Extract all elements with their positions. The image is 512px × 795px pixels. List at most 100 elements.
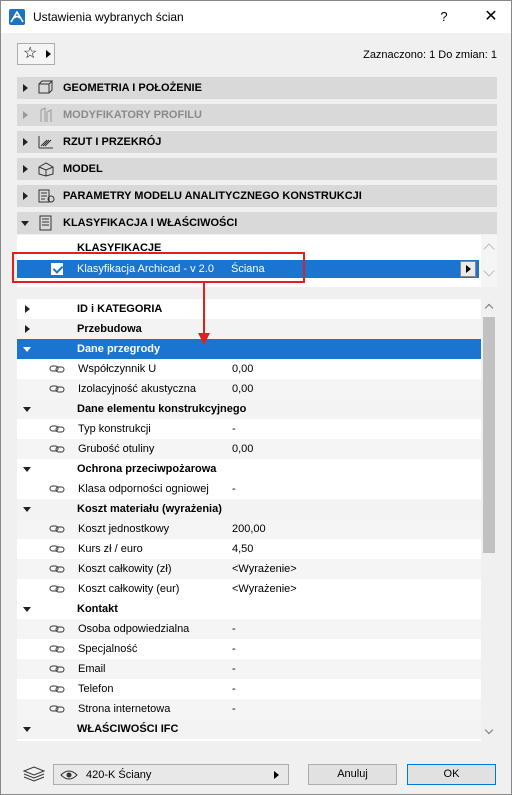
- property-row[interactable]: Typ konstrukcji -: [17, 419, 481, 439]
- layer-icon: [22, 766, 46, 782]
- panel-classification-properties[interactable]: KLASYFIKACJA I WŁAŚCIWOŚCI: [17, 212, 497, 234]
- property-row[interactable]: Współczynnik U 0,00: [17, 359, 481, 379]
- property-row[interactable]: Specjalność -: [17, 639, 481, 659]
- property-value[interactable]: -: [232, 483, 236, 495]
- model-icon: [38, 162, 54, 177]
- collapse-arrow-icon[interactable]: [23, 727, 31, 732]
- panel-model[interactable]: MODEL: [17, 158, 497, 180]
- profile-modifier-icon: [40, 107, 52, 122]
- property-label: Kurs zł / euro: [78, 543, 143, 555]
- expand-arrow-icon: [23, 84, 28, 92]
- link-icon: [49, 585, 65, 593]
- expand-arrow-icon[interactable]: [25, 305, 30, 313]
- ok-button[interactable]: OK: [407, 764, 496, 785]
- property-label: Specjalność: [78, 643, 138, 655]
- panel-structural-analytical[interactable]: PARAMETRY MODELU ANALITYCZNEGO KONSTRUKC…: [17, 185, 497, 207]
- property-value[interactable]: 0,00: [232, 383, 253, 395]
- property-value[interactable]: 200,00: [232, 523, 266, 535]
- link-icon: [49, 485, 65, 493]
- scroll-down-icon: [483, 265, 495, 277]
- property-label: Koszt całkowity (zł): [78, 563, 172, 575]
- property-group-label: Ochrona przeciwpożarowa: [77, 463, 217, 475]
- expand-arrow-icon: [23, 192, 28, 200]
- collapse-arrow-icon[interactable]: [23, 607, 31, 612]
- collapse-arrow-icon[interactable]: [23, 467, 31, 472]
- property-row[interactable]: Strona internetowa -: [17, 699, 481, 719]
- panel-profile-modifiers[interactable]: MODYFIKATORY PROFILU: [17, 104, 497, 126]
- link-icon: [49, 425, 65, 433]
- property-value[interactable]: <Wyrażenie>: [232, 583, 297, 595]
- property-group-label: ID i KATEGORIA: [77, 303, 163, 315]
- link-icon: [49, 385, 65, 393]
- panel-geometry[interactable]: GEOMETRIA I POŁOŻENIE: [17, 77, 497, 99]
- property-row[interactable]: Email -: [17, 659, 481, 679]
- collapse-arrow-icon[interactable]: [23, 347, 31, 352]
- properties-scrollbar[interactable]: [481, 299, 497, 741]
- property-value[interactable]: 4,50: [232, 543, 253, 555]
- property-row[interactable]: Koszt całkowity (eur) <Wyrażenie>: [17, 579, 481, 599]
- property-row[interactable]: Izolacyjność akustyczna 0,00: [17, 379, 481, 399]
- panel-label: RZUT I PRZEKRÓJ: [63, 136, 162, 148]
- geometry-icon: [38, 80, 54, 94]
- property-row[interactable]: Klasa odporności ogniowej -: [17, 479, 481, 499]
- property-value[interactable]: -: [232, 703, 236, 715]
- expand-arrow-icon[interactable]: [25, 325, 30, 333]
- selection-info: Zaznaczono: 1 Do zmian: 1: [363, 49, 497, 61]
- link-icon: [49, 565, 65, 573]
- property-row[interactable]: Osoba odpowiedzialna -: [17, 619, 481, 639]
- property-group-label: WŁAŚCIWOŚCI IFC: [77, 723, 179, 735]
- collapse-arrow-icon[interactable]: [23, 507, 31, 512]
- title-bar: Ustawienia wybranych ścian ? ✕: [1, 1, 511, 33]
- property-row[interactable]: Kurs zł / euro 4,50: [17, 539, 481, 559]
- favorites-button[interactable]: ☆: [17, 43, 55, 65]
- link-icon: [49, 445, 65, 453]
- property-group-row[interactable]: WŁAŚCIWOŚCI IFC: [17, 719, 481, 739]
- property-label: Strona internetowa: [78, 703, 171, 715]
- help-button[interactable]: ?: [433, 7, 455, 27]
- dialog-title: Ustawienia wybranych ścian: [33, 10, 184, 24]
- property-group-row[interactable]: ID i KATEGORIA: [17, 299, 481, 319]
- cancel-button[interactable]: Anuluj: [308, 764, 397, 785]
- classification-scrollbar[interactable]: [481, 235, 497, 287]
- panel-floor-plan[interactable]: RZUT I PRZEKRÓJ: [17, 131, 497, 153]
- panel-label: KLASYFIKACJA I WŁAŚCIWOŚCI: [63, 217, 238, 229]
- property-row[interactable]: Koszt całkowity (zł) <Wyrażenie>: [17, 559, 481, 579]
- property-row[interactable]: Koszt jednostkowy 200,00: [17, 519, 481, 539]
- property-group-label: Kontakt: [77, 603, 118, 615]
- expand-arrow-icon: [23, 138, 28, 146]
- scroll-up-icon: [483, 243, 495, 255]
- archicad-app-icon: [9, 9, 25, 25]
- property-label: Grubość otuliny: [78, 443, 155, 455]
- property-value[interactable]: -: [232, 663, 236, 675]
- property-value[interactable]: 0,00: [232, 363, 253, 375]
- panel-label: MODYFIKATORY PROFILU: [63, 109, 202, 121]
- property-label: Współczynnik U: [78, 363, 157, 375]
- layer-select[interactable]: 420-K Ściany: [53, 764, 289, 785]
- property-value[interactable]: -: [232, 623, 236, 635]
- property-label: Izolacyjność akustyczna: [78, 383, 196, 395]
- property-group-row[interactable]: Kontakt: [17, 599, 481, 619]
- link-icon: [49, 685, 65, 693]
- property-group-row[interactable]: Ochrona przeciwpożarowa: [17, 459, 481, 479]
- property-group-label: Dane przegrody: [77, 343, 161, 355]
- property-value[interactable]: <Wyrażenie>: [232, 563, 297, 575]
- property-row[interactable]: Telefon -: [17, 679, 481, 699]
- property-row[interactable]: Grubość otuliny 0,00: [17, 439, 481, 459]
- collapse-arrow-icon[interactable]: [23, 407, 31, 412]
- property-group-row[interactable]: Przebudowa: [17, 319, 481, 339]
- property-value[interactable]: -: [232, 683, 236, 695]
- property-label: Typ konstrukcji: [78, 423, 151, 435]
- highlight-box: [12, 252, 305, 283]
- property-group-row[interactable]: Dane elementu konstrukcyjnego: [17, 399, 481, 419]
- property-group-row[interactable]: Koszt materiału (wyrażenia): [17, 499, 481, 519]
- property-value[interactable]: -: [232, 423, 236, 435]
- property-value[interactable]: -: [232, 643, 236, 655]
- classification-picker-button[interactable]: [460, 261, 476, 277]
- properties-list: ID i KATEGORIA Przebudowa Dane przegrody Ws…: [17, 299, 497, 741]
- property-label: Koszt jednostkowy: [78, 523, 170, 535]
- property-group-row[interactable]: Dane przegrody: [17, 339, 481, 359]
- close-button[interactable]: ✕: [478, 7, 504, 27]
- expand-arrow-icon: [23, 165, 28, 173]
- scrollbar-thumb[interactable]: [483, 317, 495, 553]
- property-value[interactable]: 0,00: [232, 443, 253, 455]
